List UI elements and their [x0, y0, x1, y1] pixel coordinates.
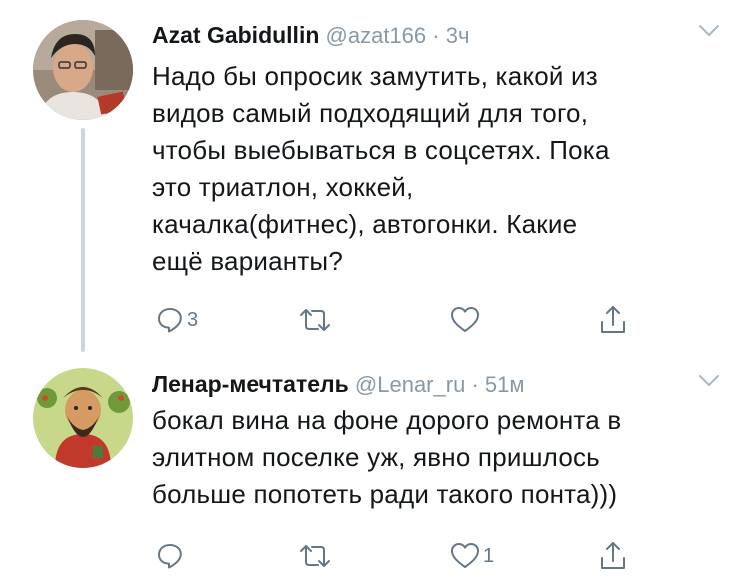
heart-icon — [451, 543, 479, 568]
separator: · — [471, 372, 479, 397]
avatar-photo — [33, 20, 133, 120]
tweet-text: бокал вина на фоне дорого ремонта в элит… — [152, 402, 732, 513]
tweet-text-line: качалка(фитнес), автогонки. Какие — [152, 209, 578, 239]
author-handle[interactable]: @Lenar_ru — [355, 372, 465, 397]
retweet-icon — [300, 309, 330, 331]
avatar[interactable] — [33, 368, 133, 468]
chevron-down-icon[interactable] — [698, 24, 720, 38]
tweet[interactable]: Ленар-мечтатель @Lenar_ru · 51м бокал ви… — [0, 360, 750, 587]
reply-icon — [158, 308, 182, 333]
tweet-text-line: это триатлон, хоккей, — [152, 172, 414, 202]
separator: · — [432, 23, 440, 48]
like-button[interactable]: 1 — [450, 538, 494, 574]
tweet-text-line: бокал вина на фоне дорого ремонта в — [152, 405, 622, 435]
tweet-text-line: чтобы выебываться в соцсетях. Пока — [152, 135, 610, 165]
author-name[interactable]: Ленар-мечтатель — [152, 371, 349, 397]
share-icon — [601, 306, 625, 333]
thread-line — [81, 128, 85, 352]
avatar[interactable] — [33, 20, 133, 120]
share-button[interactable] — [599, 302, 627, 338]
chevron-down-icon[interactable] — [698, 374, 720, 388]
tweet-text-line: видов самый подходящий для того, — [152, 98, 589, 128]
reply-button[interactable]: 3 — [156, 302, 198, 338]
share-icon — [601, 542, 625, 569]
tweet-header: Azat Gabidullin @azat166 · 3ч — [152, 21, 469, 51]
author-name[interactable]: Azat Gabidullin — [152, 22, 319, 48]
tweet[interactable]: Azat Gabidullin @azat166 · 3ч Надо бы оп… — [0, 0, 750, 360]
tweet-text-line: больше попотеть ради такого понта))) — [152, 479, 618, 509]
reply-icon — [158, 544, 182, 569]
retweet-button[interactable] — [298, 538, 335, 574]
share-button[interactable] — [599, 538, 627, 574]
tweet-text-line: ещё варианты? — [152, 246, 343, 276]
tweet-header: Ленар-мечтатель @Lenar_ru · 51м — [152, 370, 525, 400]
tweet-actions: 1 — [152, 538, 652, 578]
reply-count: 3 — [187, 308, 199, 331]
heart-icon — [451, 307, 479, 332]
avatar-illustration — [33, 368, 133, 468]
retweet-button[interactable] — [298, 302, 335, 338]
author-handle[interactable]: @azat166 — [326, 23, 427, 48]
retweet-icon — [300, 545, 330, 567]
reply-button[interactable] — [156, 538, 187, 574]
tweet-text-line: Надо бы опросик замутить, какой из — [152, 61, 598, 91]
like-count: 1 — [483, 544, 495, 567]
timestamp[interactable]: 3ч — [446, 23, 470, 48]
tweet-text: Надо бы опросик замутить, какой из видов… — [152, 58, 722, 280]
tweet-text-line: элитном поселке уж, явно пришлось — [152, 442, 600, 472]
tweet-actions: 3 — [152, 302, 652, 342]
like-button[interactable] — [450, 302, 483, 338]
timestamp[interactable]: 51м — [485, 372, 525, 397]
